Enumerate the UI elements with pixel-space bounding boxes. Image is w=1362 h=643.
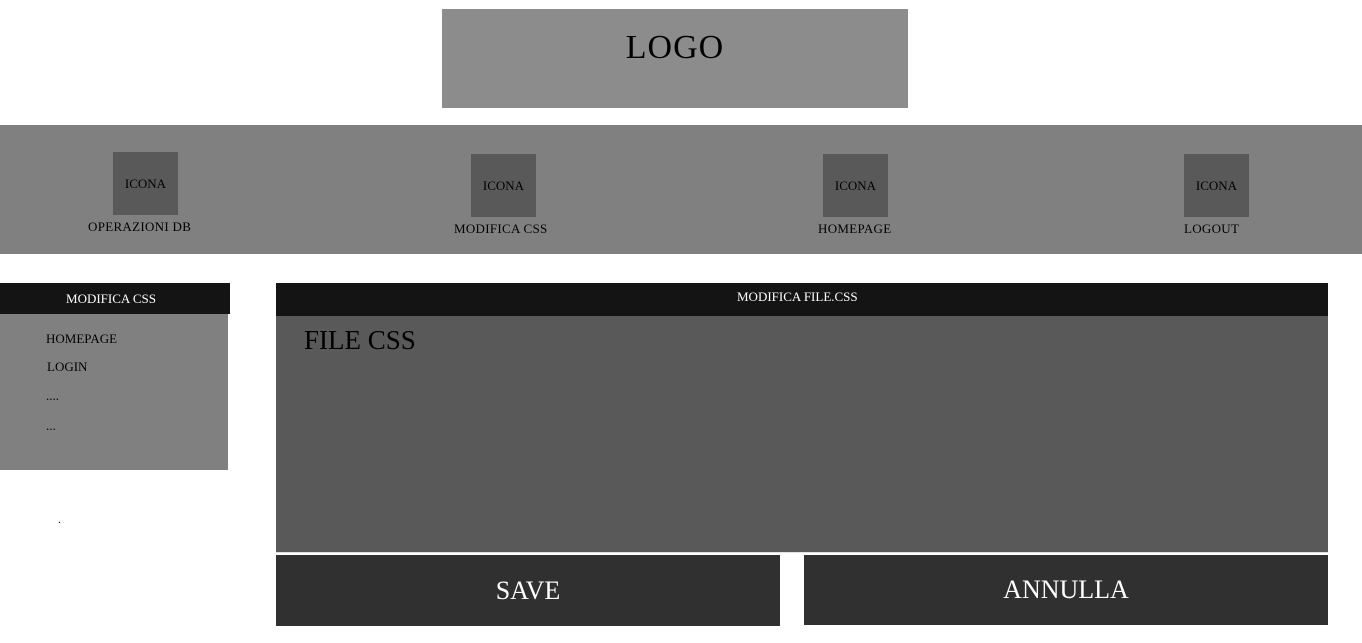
homepage-icon[interactable]: ICONA: [823, 154, 888, 217]
sidebar-item-homepage[interactable]: HOMEPAGE: [46, 331, 117, 347]
logo-text: LOGO: [625, 29, 725, 66]
logo[interactable]: LOGO: [442, 9, 908, 108]
editor-header: MODIFICA FILE.CSS: [276, 283, 1328, 316]
sidebar-header: MODIFICA CSS: [0, 283, 230, 314]
main-navbar: ICONA OPERAZIONI DB ICONA MODIFICA CSS I…: [0, 125, 1362, 254]
modifica-css-icon[interactable]: ICONA: [471, 154, 536, 217]
editor-content[interactable]: FILE CSS: [304, 325, 416, 356]
cancel-button[interactable]: ANNULLA: [804, 555, 1328, 625]
nav-label-homepage[interactable]: HOMEPAGE: [818, 221, 891, 237]
sidebar-title: MODIFICA CSS: [66, 290, 156, 306]
save-button[interactable]: SAVE: [276, 555, 780, 626]
sidebar-footnote: .: [58, 512, 61, 526]
operazioni-db-icon[interactable]: ICONA: [113, 152, 178, 215]
nav-label-operazioni-db[interactable]: OPERAZIONI DB: [88, 219, 191, 235]
css-editor-area[interactable]: FILE CSS: [276, 316, 1328, 553]
nav-label-logout[interactable]: LOGOUT: [1184, 221, 1239, 237]
logout-icon[interactable]: ICONA: [1184, 154, 1249, 217]
nav-label-modifica-css[interactable]: MODIFICA CSS: [454, 221, 548, 237]
editor-title: MODIFICA FILE.CSS: [737, 289, 858, 304]
sidebar-item-login[interactable]: LOGIN: [47, 359, 87, 375]
sidebar-item-more-1[interactable]: ....: [46, 388, 59, 404]
sidebar-list: HOMEPAGE LOGIN .... ...: [0, 314, 228, 470]
sidebar-item-more-2[interactable]: ...: [46, 418, 56, 434]
